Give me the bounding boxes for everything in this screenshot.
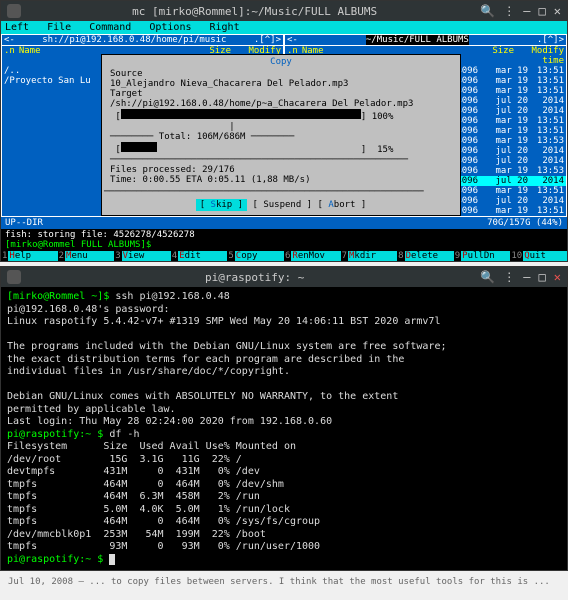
fkey-edit[interactable]: 4Edit: [171, 251, 228, 261]
fkey-pulldn[interactable]: 9PullDn: [454, 251, 511, 261]
maximize-icon[interactable]: □: [539, 4, 546, 18]
fkey-copy[interactable]: 5Copy: [227, 251, 284, 261]
target-file: /sh://pi@192.168.0.48/home/p~a_Chacarera…: [110, 99, 452, 109]
menu-right[interactable]: Right: [210, 22, 240, 33]
time-eta: Time: 0:00.55 ETA 0:05.11 (1,88 MB/s): [110, 175, 452, 185]
close-icon[interactable]: ✕: [554, 270, 561, 284]
fkey-help[interactable]: 1Help: [1, 251, 58, 261]
term-titlebar[interactable]: pi@raspotify: ~ 🔍 ⋮ — □ ✕: [1, 267, 567, 287]
search-icon[interactable]: 🔍: [480, 4, 495, 18]
search-icon[interactable]: 🔍: [480, 270, 495, 284]
fkey-renmov[interactable]: 6RenMov: [284, 251, 341, 261]
dialog-title: Copy: [104, 57, 458, 67]
mc-menu[interactable]: Left File Command Options Right: [1, 21, 567, 34]
fkey-menu[interactable]: 2Menu: [58, 251, 115, 261]
app-icon: [7, 4, 21, 18]
mc-shell[interactable]: fish: storing file: 4526278/4526278 [mir…: [1, 229, 567, 251]
fkey-delete[interactable]: 8Delete: [397, 251, 454, 261]
right-path: ~/Music/FULL ALBUMS: [366, 35, 469, 45]
menu-left[interactable]: Left: [5, 22, 29, 33]
app-icon: [7, 270, 21, 284]
source-label: Source: [110, 69, 452, 79]
minimize-icon[interactable]: —: [523, 270, 530, 284]
terminal-output[interactable]: [mirko@Rommel ~]$ ssh pi@192.168.0.48 pi…: [1, 287, 567, 570]
total-bar: [] 15%: [110, 142, 452, 155]
skip-button[interactable]: [ SSkipkip ]: [196, 199, 247, 211]
total-progress: ──────── Total: 106M/686M ────────: [110, 132, 452, 142]
menu-options[interactable]: Options: [149, 22, 191, 33]
dialog-buttons: [ SSkipkip ] [ Suspend ] [ AbortAbort ]: [104, 197, 458, 213]
menu-icon[interactable]: ⋮: [503, 270, 515, 284]
suspend-button[interactable]: [ Suspend ]: [252, 200, 312, 210]
minimize-icon[interactable]: —: [523, 4, 530, 18]
mc-status: UP--DIR 70G/157G (44%): [1, 217, 567, 229]
mc-body: LeftFileCommandOptionsRight <-sh://pi@19…: [1, 21, 567, 261]
menu-icon[interactable]: ⋮: [503, 4, 515, 18]
copy-dialog: Copy Source 10_Alejandro Nieva_Chacarera…: [101, 54, 461, 216]
terminal-window: pi@raspotify: ~ 🔍 ⋮ — □ ✕ [mirko@Rommel …: [0, 266, 568, 571]
menu-file[interactable]: File: [47, 22, 71, 33]
source-file: 10_Alejandro Nieva_Chacarera Del Pelador…: [110, 79, 452, 89]
file-progress: [] 100%: [110, 109, 452, 122]
left-path: sh://pi@192.168.0.48/home/pi/music: [42, 35, 226, 45]
mc-title: mc [mirko@Rommel]:~/Music/FULL ALBUMS: [29, 5, 480, 18]
target-label: Target: [110, 89, 452, 99]
abort-button[interactable]: [ AbortAbort ]: [318, 200, 367, 210]
fkey-mkdir[interactable]: 7Mkdir: [341, 251, 398, 261]
term-title: pi@raspotify: ~: [29, 271, 480, 284]
maximize-icon[interactable]: □: [539, 270, 546, 284]
menu-command[interactable]: Command: [89, 22, 131, 33]
close-icon[interactable]: ✕: [554, 4, 561, 18]
page-footer: Jul 10, 2008 — ... to copy files between…: [0, 575, 568, 589]
progress-divider: |: [110, 122, 452, 132]
mc-window: mc [mirko@Rommel]:~/Music/FULL ALBUMS 🔍 …: [0, 0, 568, 262]
fkey-view[interactable]: 3View: [114, 251, 171, 261]
fkey-quit[interactable]: 10Quit: [510, 251, 567, 261]
mc-titlebar[interactable]: mc [mirko@Rommel]:~/Music/FULL ALBUMS 🔍 …: [1, 1, 567, 21]
files-processed: Files processed: 29/176: [110, 165, 452, 175]
mc-fkeys: 1Help2Menu3View4Edit5Copy6RenMov7Mkdir8D…: [1, 251, 567, 261]
